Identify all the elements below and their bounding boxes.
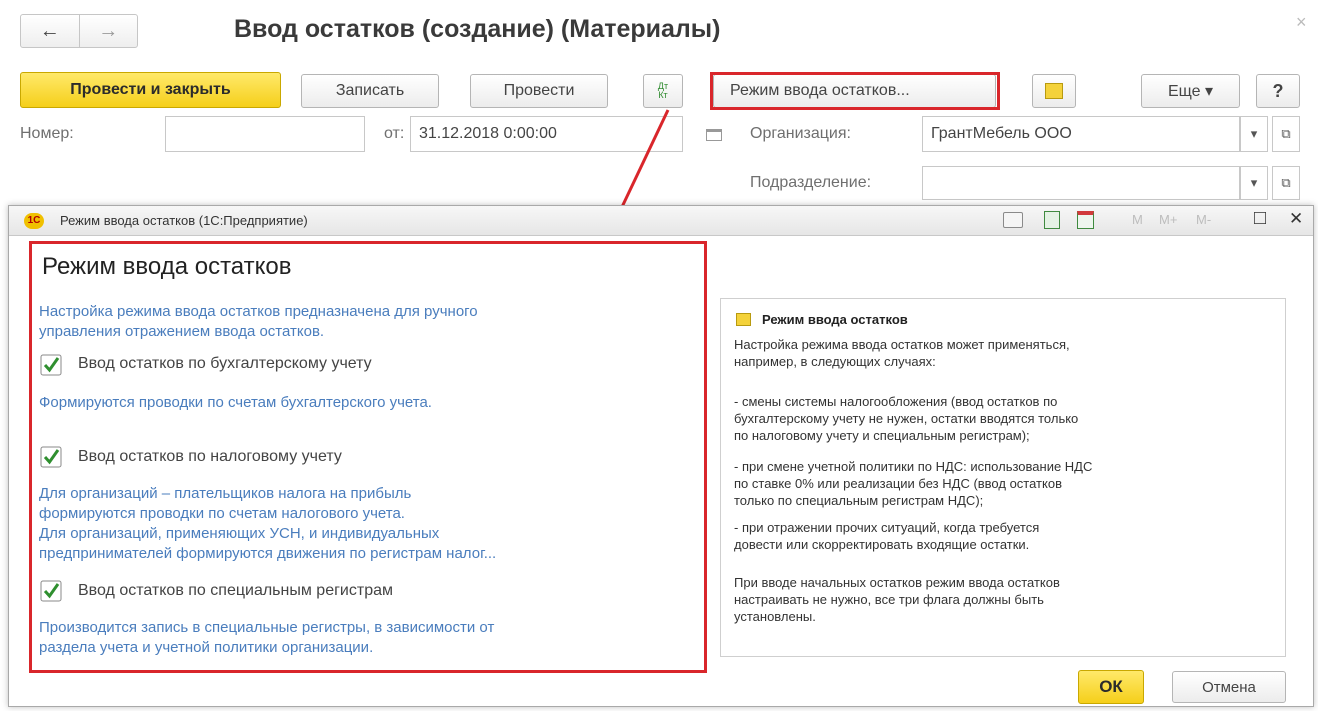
help-paragraph-1: Настройка режима ввода остатков может пр… (734, 336, 1070, 370)
help-line: Настройка режима ввода остатков может пр… (734, 337, 1070, 352)
restore-window-icon[interactable]: □ (1254, 207, 1266, 230)
tax-desc-line: Для организаций, применяющих УСН, и инди… (39, 525, 440, 542)
tax-checkbox[interactable] (40, 446, 62, 468)
special-registers-checkbox[interactable] (40, 580, 62, 602)
tax-desc-line: формируются проводки по счетам налоговог… (39, 505, 405, 522)
dialog-heading: Режим ввода остатков (42, 253, 292, 280)
help-line: - при смене учетной политики по НДС: исп… (734, 459, 1093, 474)
help-line: настраивать не нужно, все три флага долж… (734, 592, 1044, 607)
accounting-checkbox[interactable] (40, 354, 62, 376)
help-title: Режим ввода остатков (762, 312, 908, 327)
accounting-desc: Формируются проводки по счетам бухгалтер… (39, 394, 432, 411)
tax-checkbox-label[interactable]: Ввод остатков по налоговому учету (78, 448, 342, 466)
help-paragraph-2: - смены системы налогообложения (ввод ос… (734, 393, 1078, 444)
help-line: по налоговому учету и специальным регист… (734, 428, 1030, 443)
help-line: - при отражении прочих ситуаций, когда т… (734, 520, 1040, 535)
special-registers-checkbox-label[interactable]: Ввод остатков по специальным регистрам (78, 582, 393, 600)
help-paragraph-3: - при смене учетной политики по НДС: исп… (734, 458, 1092, 509)
intro-line: Настройка режима ввода остатков предназн… (39, 303, 478, 320)
memory-m-button[interactable]: M (1132, 212, 1143, 227)
calculator-icon[interactable] (1044, 211, 1060, 229)
intro-line: управления отражением ввода остатков. (39, 323, 325, 340)
app-logo-icon: 1С (24, 213, 44, 229)
special-desc-line: Производится запись в специальные регист… (39, 619, 495, 636)
special-registers-desc: Производится запись в специальные регист… (39, 618, 494, 658)
ok-button[interactable]: ОК (1078, 670, 1144, 704)
print-icon[interactable] (1003, 212, 1023, 228)
cancel-button[interactable]: Отмена (1172, 671, 1286, 703)
calendar-tool-icon[interactable] (1077, 211, 1094, 229)
help-paragraph-4: - при отражении прочих ситуаций, когда т… (734, 519, 1039, 553)
help-line: При вводе начальных остатков режим ввода… (734, 575, 1060, 590)
help-line: довести или скорректировать входящие ост… (734, 537, 1030, 552)
help-line: только по специальным регистрам НДС); (734, 493, 984, 508)
tax-desc: Для организаций – плательщиков налога на… (39, 484, 496, 564)
help-line: по ставке 0% или реализации без НДС (вво… (734, 476, 1062, 491)
accounting-checkbox-label[interactable]: Ввод остатков по бухгалтерскому учету (78, 355, 372, 373)
help-line: установлены. (734, 609, 816, 624)
intro-text: Настройка режима ввода остатков предназн… (39, 302, 478, 342)
dialog-close-icon[interactable]: ✕ (1289, 209, 1303, 229)
help-info-icon (736, 313, 751, 326)
help-line: например, в следующих случаях: (734, 354, 936, 369)
dialog-title: Режим ввода остатков (1С:Предприятие) (60, 213, 308, 228)
tax-desc-line: предпринимателей формируются движения по… (39, 545, 497, 562)
tax-desc-line: Для организаций – плательщиков налога на… (39, 485, 412, 502)
memory-mplus-button[interactable]: M+ (1159, 212, 1177, 227)
help-line: бухгалтерскому учету не нужен, остатки в… (734, 411, 1079, 426)
memory-mminus-button[interactable]: M- (1196, 212, 1211, 227)
help-line: - смены системы налогообложения (ввод ос… (734, 394, 1058, 409)
help-paragraph-5: При вводе начальных остатков режим ввода… (734, 574, 1060, 625)
special-desc-line: раздела учета и учетной политики организ… (39, 639, 374, 656)
